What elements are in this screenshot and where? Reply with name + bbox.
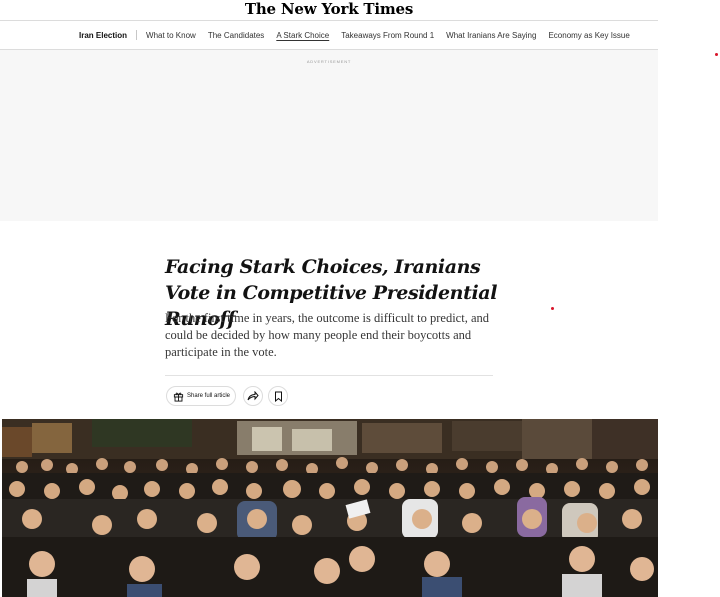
save-bookmark-button[interactable] (268, 386, 288, 406)
subnav-link-economy[interactable]: Economy as Key Issue (548, 31, 629, 40)
subnav-link-what-to-know[interactable]: What to Know (146, 31, 196, 40)
gift-icon (173, 392, 184, 402)
subnav-section-title[interactable]: Iran Election (79, 31, 127, 40)
subnav-link-stark-choice[interactable]: A Stark Choice (276, 31, 329, 40)
masthead: The New York Times (0, 0, 658, 20)
subnav-link-iranians-saying[interactable]: What Iranians Are Saying (446, 31, 536, 40)
bookmark-icon (274, 391, 282, 402)
share-full-article-button[interactable]: Share full article (166, 386, 236, 406)
decorative-dot (715, 53, 718, 56)
crowd-image (2, 419, 658, 597)
story-subnav: Iran Election What to Know The Candidate… (0, 21, 658, 50)
decorative-dot (551, 307, 554, 310)
advertisement-slot[interactable]: ADVERTISEMENT (0, 50, 658, 221)
summary-divider (165, 375, 493, 376)
article-lead-photo[interactable] (2, 419, 658, 597)
share-button[interactable] (243, 386, 263, 406)
share-full-article-label: Share full article (187, 393, 231, 399)
share-arrow-icon (247, 391, 259, 401)
subnav-link-candidates[interactable]: The Candidates (208, 31, 264, 40)
nyt-logo[interactable]: The New York Times (245, 0, 413, 18)
article-summary: For the first time in years, the outcome… (165, 311, 489, 359)
advertisement-label: ADVERTISEMENT (306, 59, 352, 64)
subnav-link-takeaways[interactable]: Takeaways From Round 1 (341, 31, 434, 40)
subnav-separator (136, 30, 138, 40)
